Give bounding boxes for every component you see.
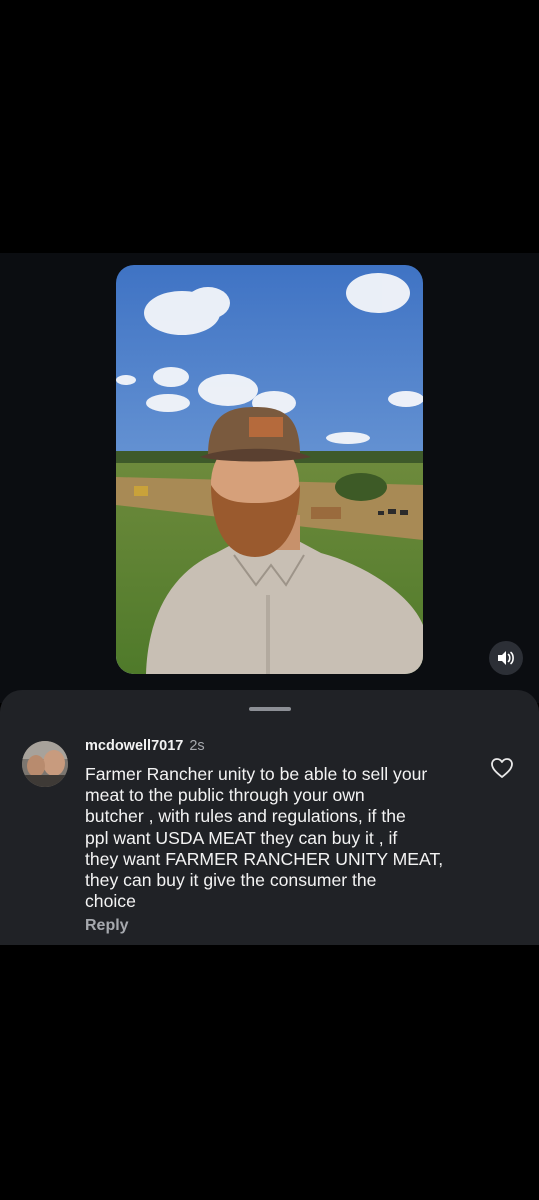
comment-body: Farmer Rancher unity to be able to sell … (85, 764, 444, 912)
heart-icon[interactable] (490, 757, 514, 779)
reply-button[interactable]: Reply (85, 917, 129, 935)
avatar[interactable] (22, 741, 68, 787)
avatar-image (22, 741, 68, 787)
comment-timestamp: 2s (189, 738, 205, 754)
video-thumbnail[interactable] (116, 265, 423, 674)
comments-sheet: mcdowell7017 2s Farmer Rancher unity to … (0, 690, 539, 945)
video-player (0, 253, 539, 703)
comment-username[interactable]: mcdowell7017 (85, 738, 183, 754)
comment-header: mcdowell7017 2s (85, 738, 205, 758)
sound-toggle-button[interactable] (489, 641, 523, 675)
video-image (116, 265, 423, 674)
drag-handle[interactable] (249, 707, 291, 711)
speaker-icon (498, 651, 514, 665)
